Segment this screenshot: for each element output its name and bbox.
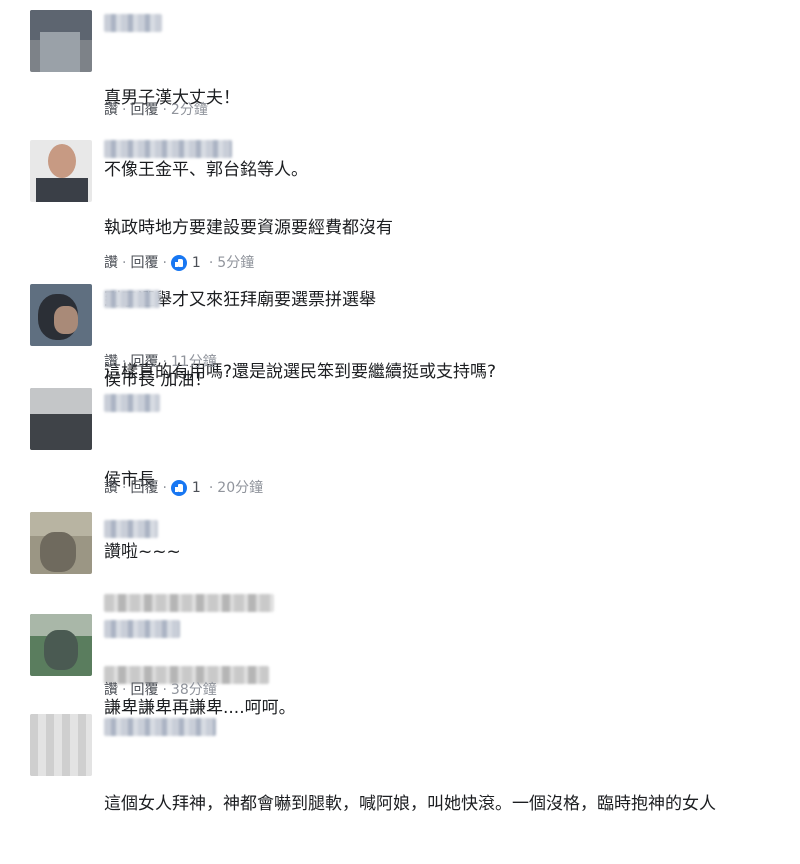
like-count: 1 <box>191 480 201 496</box>
comment-text: 這個女人拜神，神都會嚇到腿軟，喊阿娘，叫她快滾。一個沒格，臨時抱神的女人 <box>104 744 716 864</box>
like-link[interactable]: 讚 <box>104 478 118 498</box>
commenter-name[interactable] <box>104 394 160 412</box>
comment-feed: 真男子漢大丈夫！ 不像王金平、郭台銘等人。 讚 · 回覆 · 2分鐘 執政時地方… <box>0 0 800 814</box>
avatar[interactable] <box>30 388 92 450</box>
like-count-badge[interactable]: 1 <box>170 478 203 498</box>
comment-actions: 讚 · 回覆 · 2分鐘 <box>104 100 208 120</box>
separator: · <box>162 354 167 370</box>
reply-link[interactable]: 回覆 <box>130 680 158 700</box>
separator: · <box>162 480 167 496</box>
avatar[interactable] <box>30 714 92 776</box>
like-count-badge[interactable]: 1 <box>170 253 203 273</box>
timestamp[interactable]: 5分鐘 <box>217 253 254 273</box>
thumbs-up-icon <box>170 255 187 271</box>
commenter-name[interactable] <box>104 290 160 308</box>
like-link[interactable]: 讚 <box>104 253 118 273</box>
separator: · <box>122 682 127 698</box>
redacted-line <box>104 594 274 612</box>
timestamp[interactable]: 20分鐘 <box>217 478 263 498</box>
commenter-name[interactable] <box>104 520 158 538</box>
avatar[interactable] <box>30 614 92 676</box>
comment-actions: 讚 · 回覆 · 1 · 20分鐘 <box>104 478 263 498</box>
timestamp[interactable]: 38分鐘 <box>171 680 217 700</box>
separator: · <box>122 102 127 118</box>
separator: · <box>208 255 214 271</box>
comment-line: 執政時地方要建設要資源要經費都沒有 <box>104 218 393 238</box>
comment-actions: 讚 · 回覆 · 1 · 5分鐘 <box>104 253 254 273</box>
comment-actions: 讚 · 回覆 · 38分鐘 <box>104 680 217 700</box>
commenter-name[interactable] <box>104 14 162 32</box>
like-link[interactable]: 讚 <box>104 352 118 372</box>
commenter-name[interactable] <box>104 140 232 158</box>
reply-link[interactable]: 回覆 <box>130 352 158 372</box>
avatar[interactable] <box>30 140 92 202</box>
avatar[interactable] <box>30 512 92 574</box>
thumbs-up-icon <box>170 480 187 496</box>
timestamp[interactable]: 2分鐘 <box>171 100 208 120</box>
commenter-name[interactable] <box>104 718 216 736</box>
separator: · <box>162 682 167 698</box>
separator: · <box>162 102 167 118</box>
separator: · <box>162 255 167 271</box>
avatar[interactable] <box>30 284 92 346</box>
reply-link[interactable]: 回覆 <box>130 478 158 498</box>
avatar[interactable] <box>30 10 92 72</box>
comment-actions: 讚 · 回覆 · 11分鐘 <box>104 352 217 372</box>
separator: · <box>122 354 127 370</box>
comment-line: 這個女人拜神，神都會嚇到腿軟，喊阿娘，叫她快滾。一個沒格，臨時抱神的女人 <box>104 794 716 814</box>
reply-link[interactable]: 回覆 <box>130 253 158 273</box>
separator: · <box>122 480 127 496</box>
comment-line: 到了選舉才又來狂拜廟要選票拼選舉 <box>104 290 376 310</box>
reply-link[interactable]: 回覆 <box>130 100 158 120</box>
commenter-name[interactable] <box>104 620 180 638</box>
like-link[interactable]: 讚 <box>104 100 118 120</box>
separator: · <box>122 255 127 271</box>
like-link[interactable]: 讚 <box>104 680 118 700</box>
like-count: 1 <box>191 255 201 271</box>
separator: · <box>208 480 214 496</box>
timestamp[interactable]: 11分鐘 <box>171 352 217 372</box>
